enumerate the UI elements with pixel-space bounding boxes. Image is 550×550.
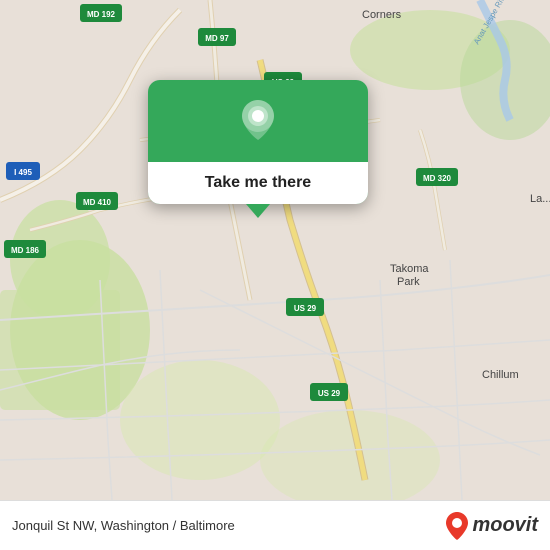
svg-text:Takoma: Takoma [390,263,429,275]
location-text: Jonquil St NW, Washington / Baltimore [12,518,446,533]
svg-text:MD 320: MD 320 [423,174,452,183]
moovit-brand-name: moovit [472,514,538,537]
svg-text:MD 410: MD 410 [83,198,112,207]
svg-text:La...: La... [530,193,550,205]
bottom-bar: Jonquil St NW, Washington / Baltimore mo… [0,500,550,550]
popup-card: Take me there [148,80,368,204]
moovit-pin-icon [446,512,468,540]
take-me-there-button[interactable]: Take me there [148,162,368,204]
moovit-logo: moovit [446,512,538,540]
svg-text:MD 186: MD 186 [11,246,40,255]
svg-text:MD 97: MD 97 [205,34,229,43]
svg-text:US 29: US 29 [294,304,317,313]
svg-text:MD 192: MD 192 [87,10,116,19]
svg-text:US 29: US 29 [318,389,341,398]
svg-text:Park: Park [397,276,420,288]
svg-text:I 495: I 495 [14,168,32,177]
map-container: Anat Jespe River [0,0,550,500]
svg-text:Chillum: Chillum [482,369,519,381]
location-pin-icon [236,98,280,142]
map-svg: Anat Jespe River [0,0,550,500]
svg-text:Corners: Corners [362,9,402,21]
